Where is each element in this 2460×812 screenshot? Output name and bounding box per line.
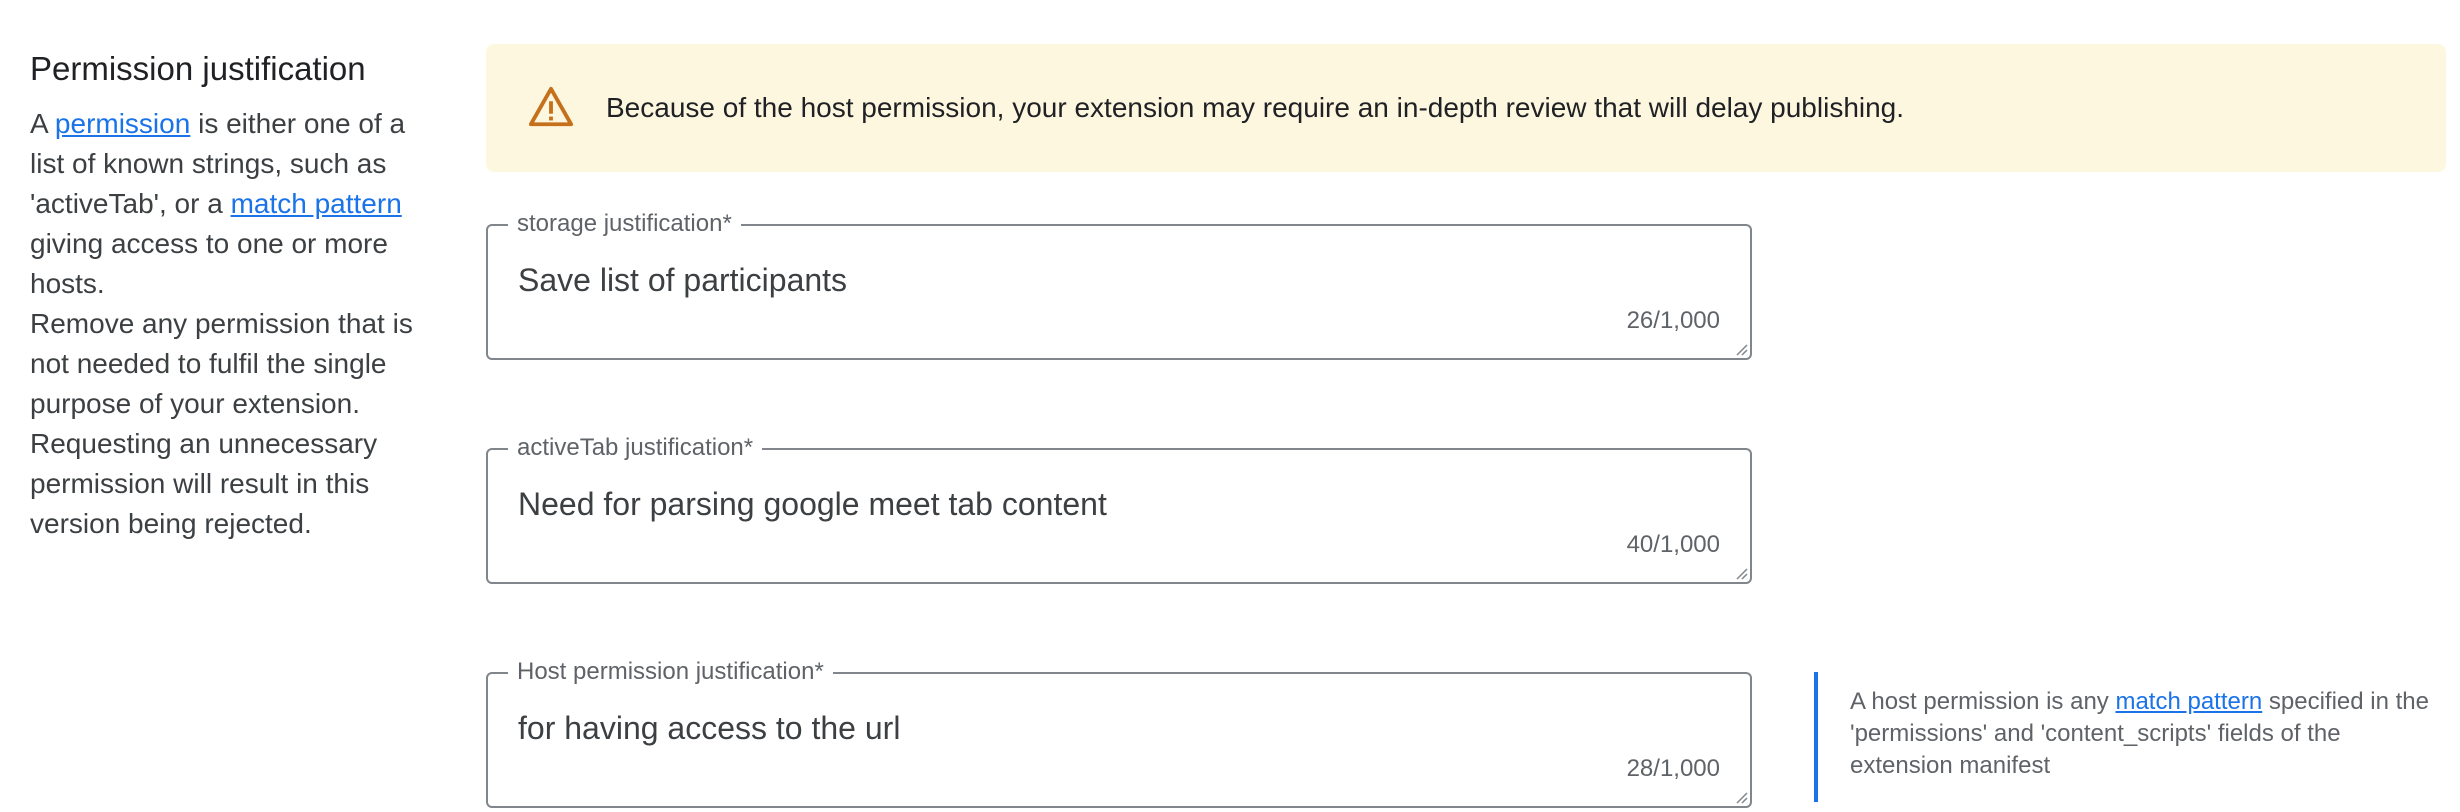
warning-text: Because of the host permission, your ext… xyxy=(606,92,1905,123)
match-pattern-link[interactable]: match pattern xyxy=(231,188,402,219)
activetab-justification-field[interactable]: activeTab justification* Need for parsin… xyxy=(486,433,1752,584)
host-permission-help-note: A host permission is any match pattern s… xyxy=(1814,672,2434,802)
note-match-pattern-link[interactable]: match pattern xyxy=(2115,688,2262,715)
section-title: Permission justification xyxy=(30,50,366,87)
host-permission-justification-field[interactable]: Host permission justification* for havin… xyxy=(486,657,1752,808)
storage-justification-label: storage justification* xyxy=(508,209,741,239)
desc-text-suffix: giving access to one or more hosts. xyxy=(30,228,388,299)
host-permission-warning-banner: Because of the host permission, your ext… xyxy=(486,44,2446,172)
permission-link[interactable]: permission xyxy=(55,108,190,139)
storage-character-count: 26/1,000 xyxy=(1626,307,1720,334)
activetab-justification-input[interactable]: Need for parsing google meet tab content xyxy=(518,484,1720,524)
storage-justification-field[interactable]: storage justification* Save list of part… xyxy=(486,209,1752,360)
description-paragraph-2: Remove any permission that is not needed… xyxy=(30,308,413,539)
desc-text-prefix: A xyxy=(30,108,55,139)
host-character-count: 28/1,000 xyxy=(1626,755,1720,782)
resize-handle-icon[interactable] xyxy=(1734,790,1748,804)
warning-icon xyxy=(528,84,574,130)
activetab-justification-label: activeTab justification* xyxy=(508,433,763,463)
activetab-character-count: 40/1,000 xyxy=(1626,531,1720,558)
resize-handle-icon[interactable] xyxy=(1734,566,1748,580)
resize-handle-icon[interactable] xyxy=(1734,342,1748,356)
storage-justification-input[interactable]: Save list of participants xyxy=(518,260,1720,300)
note-text-prefix: A host permission is any xyxy=(1850,688,2116,715)
permission-justification-section: Permission justification A permission is… xyxy=(30,44,430,544)
host-permission-justification-label: Host permission justification* xyxy=(508,657,833,687)
host-permission-justification-input[interactable]: for having access to the url xyxy=(518,708,1720,748)
section-description: A permission is either one of a list of … xyxy=(30,104,430,544)
description-paragraph-1: A permission is either one of a list of … xyxy=(30,104,430,304)
